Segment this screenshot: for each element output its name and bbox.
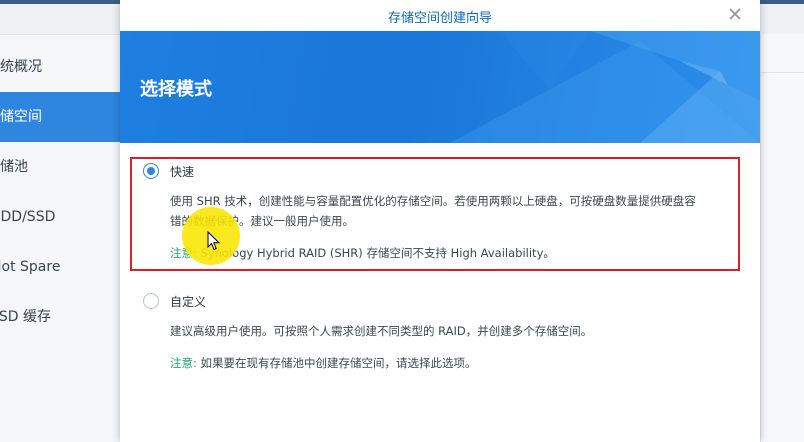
custom-radio[interactable]: [143, 293, 159, 309]
custom-option-note: 注意: 如果要在现有存储池中创建存储空间，请选择此选项。: [170, 353, 477, 373]
custom-note-text: 如果要在现有存储池中创建存储空间，请选择此选项。: [200, 356, 477, 370]
sidebar-item-hot-spare[interactable]: Hot Spare: [0, 242, 120, 292]
quick-description-line-1: 使用 SHR 技术，创建性能与容量配置优化的存储空间。若使用两颗以上硬盘，可按硬…: [170, 194, 696, 208]
dialog-titlebar: 存储空间创建向导: [120, 0, 760, 31]
sidebar-item-storage-volume[interactable]: 存储空间: [0, 92, 120, 142]
quick-radio[interactable]: [143, 163, 159, 179]
quick-option-description: 使用 SHR 技术，创建性能与容量配置优化的存储空间。若使用两颗以上硬盘，可按硬…: [170, 191, 730, 231]
banner-decoration: [450, 31, 760, 143]
dialog-title: 存储空间创建向导: [387, 11, 492, 26]
quick-description-line-2: 错的数据保护。建议一般用户使用。: [170, 214, 354, 228]
background-right-panel: [760, 34, 804, 442]
custom-option-description: 建议高级用户使用。可按照个人需求创建不同类型的 RAID，并创建多个存储空间。: [170, 324, 593, 338]
wizard-banner: 选择模式: [120, 31, 760, 143]
custom-option-label[interactable]: 自定义: [170, 293, 206, 310]
custom-note-key: 注意:: [170, 356, 197, 370]
sidebar-item-ssd-cache[interactable]: SSD 缓存: [0, 292, 120, 342]
mouse-pointer-icon: [207, 231, 221, 251]
sidebar-item-overview[interactable]: 系统概况: [0, 42, 120, 92]
close-icon[interactable]: [726, 5, 744, 23]
banner-title: 选择模式: [140, 79, 212, 100]
quick-note-text: Synology Hybrid RAID (SHR) 存储空间不支持 High …: [200, 246, 555, 260]
sidebar-item-storage-pool[interactable]: 存储池: [0, 142, 120, 192]
sidebar-item-hdd-ssd[interactable]: HDD/SSD: [0, 192, 120, 242]
quick-option-label[interactable]: 快速: [170, 163, 194, 180]
sidebar: 系统概况 存储空间 存储池 HDD/SSD Hot Spare SSD 缓存: [0, 42, 120, 342]
